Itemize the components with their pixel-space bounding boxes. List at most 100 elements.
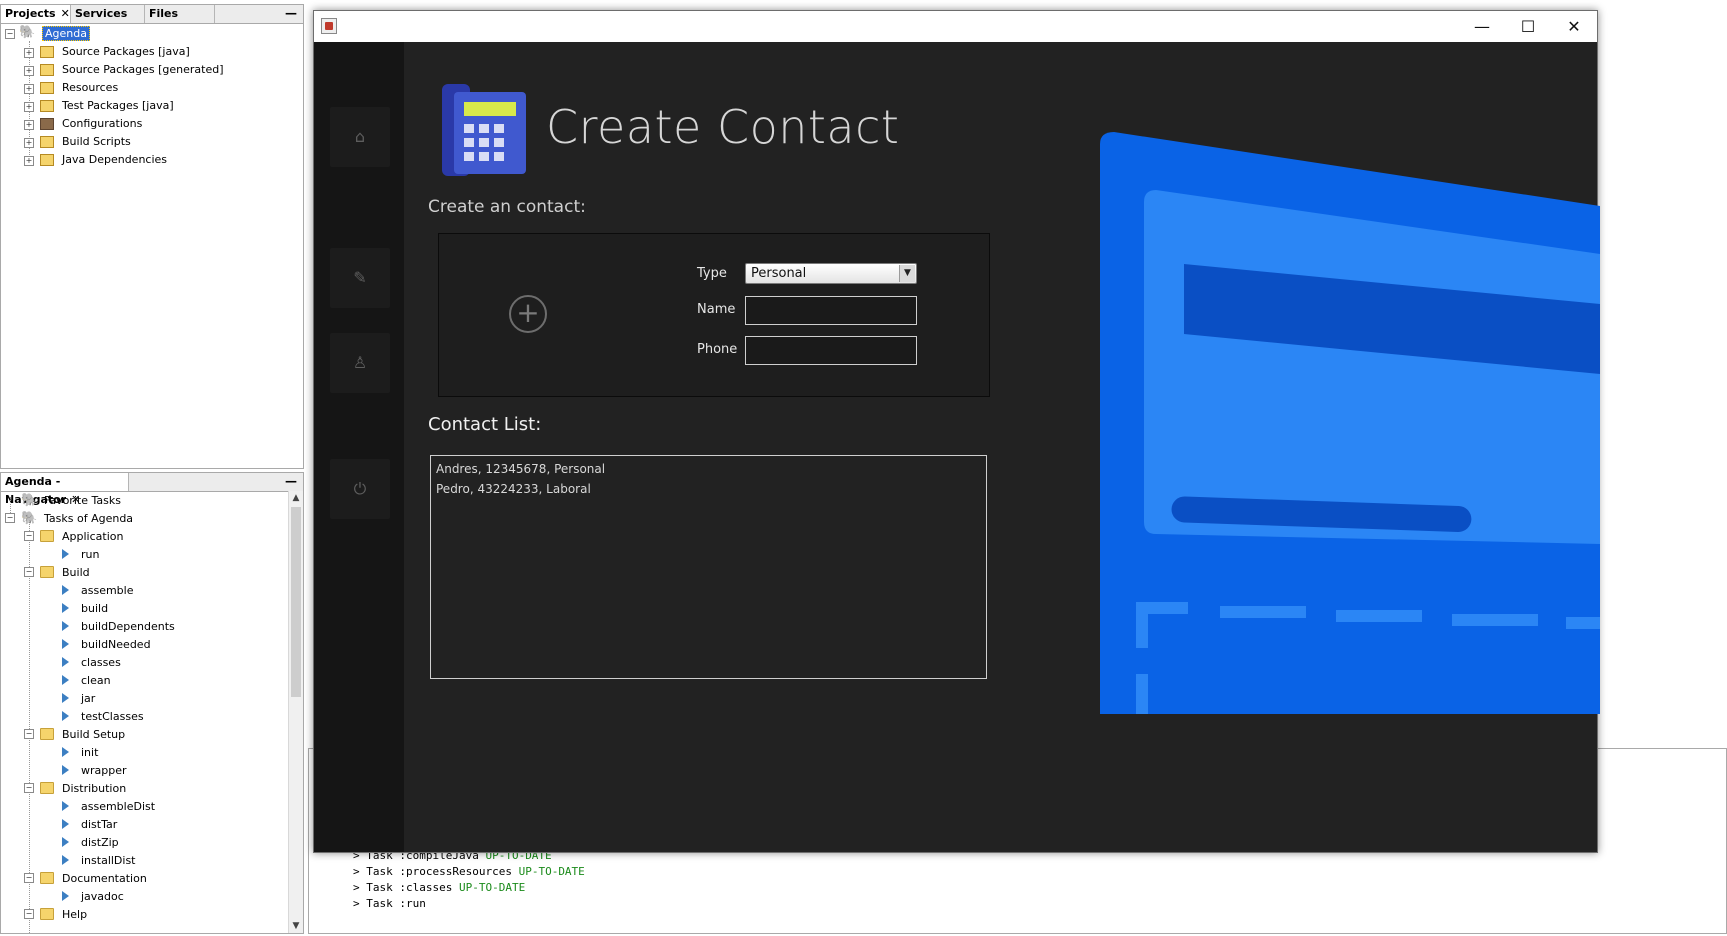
form-subtitle: Create an contact: [428, 197, 586, 217]
minimize-panel-button[interactable]: — [285, 473, 297, 491]
package-folder-icon [40, 82, 54, 94]
collapse-icon[interactable]: − [24, 909, 34, 919]
tree-item-task[interactable]: installDist [81, 852, 136, 869]
tree-item-task[interactable]: javadoc [81, 888, 124, 905]
gradle-project-icon: 🐘 [19, 25, 36, 40]
collapse-icon[interactable]: − [24, 531, 34, 541]
tree-item-group[interactable]: Distribution [62, 780, 126, 797]
collapse-icon[interactable]: − [24, 783, 34, 793]
build-scripts-icon [40, 136, 54, 148]
tree-item-java-dependencies[interactable]: Java Dependencies [62, 151, 167, 168]
tree-item-build-scripts[interactable]: Build Scripts [62, 133, 131, 150]
tree-item-group[interactable]: Application [62, 528, 123, 545]
tree-item-group[interactable]: Help [62, 906, 87, 923]
tree-item-source-packages[interactable]: Source Packages [java] [62, 43, 190, 60]
collapse-icon[interactable]: − [24, 567, 34, 577]
tree-item-task[interactable]: assemble [81, 582, 134, 599]
navigator-scrollbar[interactable]: ▲ ▼ [288, 491, 303, 933]
tree-item-task[interactable]: classes [81, 654, 121, 671]
close-icon[interactable]: ✕ [61, 7, 70, 20]
phone-field[interactable] [745, 336, 917, 365]
expand-icon[interactable]: + [24, 102, 34, 112]
expand-icon[interactable]: + [24, 84, 34, 94]
scroll-up-icon[interactable]: ▲ [289, 491, 303, 505]
tree-item-task[interactable]: buildNeeded [81, 636, 151, 653]
collapse-icon[interactable]: − [24, 873, 34, 883]
tree-item-task[interactable]: buildDependents [81, 618, 175, 635]
tab-files[interactable]: Files [145, 5, 215, 23]
collapse-icon[interactable]: − [5, 29, 15, 39]
tree-item-task[interactable]: testClasses [81, 708, 144, 725]
chevron-down-icon[interactable]: ▼ [899, 265, 915, 282]
tree-item-task[interactable]: init [81, 744, 98, 761]
tree-item-group[interactable]: Build Setup [62, 726, 125, 743]
tab-services[interactable]: Services [71, 5, 145, 23]
contact-list-title: Contact List: [428, 414, 542, 435]
navigator-tabbar: Agenda - Navigator ✕ — [1, 473, 303, 506]
scroll-down-icon[interactable]: ▼ [289, 919, 303, 933]
task-icon [62, 639, 69, 649]
type-label: Type [697, 266, 727, 281]
task-icon [62, 549, 69, 559]
task-icon [62, 837, 69, 847]
tree-item-task[interactable]: distTar [81, 816, 117, 833]
tree-item-agenda[interactable]: Agenda [42, 25, 90, 42]
expand-icon[interactable]: + [24, 120, 34, 130]
maximize-window-button[interactable]: ☐ [1505, 11, 1551, 42]
list-item[interactable]: Pedro, 43224233, Laboral [436, 482, 591, 496]
tab-projects[interactable]: Projects ✕ [1, 5, 71, 23]
tree-item-task[interactable]: run [81, 546, 99, 563]
folder-icon [40, 728, 54, 740]
window-titlebar[interactable]: — ☐ ✕ [314, 11, 1597, 42]
tree-item-favorite-tasks[interactable]: Favorite Tasks [44, 492, 121, 509]
folder-icon [40, 872, 54, 884]
folder-icon [40, 908, 54, 920]
output-status: UP-TO-DATE [518, 865, 585, 878]
collapse-icon[interactable]: − [24, 729, 34, 739]
tree-item-task[interactable]: distZip [81, 834, 119, 851]
type-select[interactable]: Personal ▼ [745, 263, 917, 284]
tree-item-tasks-of-agenda[interactable]: Tasks of Agenda [44, 510, 133, 527]
expand-icon[interactable]: + [24, 156, 34, 166]
gradle-icon: 🐘 [21, 511, 38, 526]
tree-item-task[interactable]: assembleDist [81, 798, 155, 815]
contact-list[interactable]: Andres, 12345678, Personal Pedro, 432242… [430, 455, 987, 679]
minimize-window-button[interactable]: — [1459, 11, 1505, 42]
contacts-button[interactable]: ♙ [330, 333, 390, 393]
close-window-button[interactable]: ✕ [1551, 11, 1597, 42]
tree-item-group[interactable]: Documentation [62, 870, 147, 887]
tree-item-configurations[interactable]: Configurations [62, 115, 142, 132]
collapse-icon[interactable]: − [5, 513, 15, 523]
task-icon [62, 657, 69, 667]
task-icon [62, 891, 69, 901]
expand-icon[interactable]: + [24, 48, 34, 58]
tab-navigator[interactable]: Agenda - Navigator ✕ [1, 473, 129, 506]
home-button[interactable]: ⌂ [330, 107, 390, 167]
package-folder-icon [40, 100, 54, 112]
tree-item-generated-packages[interactable]: Source Packages [generated] [62, 61, 224, 78]
name-field[interactable] [745, 296, 917, 325]
tree-item-test-packages[interactable]: Test Packages [java] [62, 97, 174, 114]
tree-item-task[interactable]: jar [81, 690, 95, 707]
tree-item-task[interactable]: build [81, 600, 108, 617]
minimize-panel-button[interactable]: — [285, 5, 297, 23]
scroll-thumb[interactable] [291, 507, 301, 697]
configurations-icon [40, 118, 54, 130]
task-icon [62, 855, 69, 865]
tree-item-resources[interactable]: Resources [62, 79, 118, 96]
edit-button[interactable]: ✎ [330, 248, 390, 308]
gradle-icon: 🐘 [21, 493, 38, 508]
tree-item-task[interactable]: clean [81, 672, 111, 689]
tree-item-group[interactable]: Build [62, 564, 90, 581]
output-line: > Task :run [353, 897, 426, 910]
tree-item-task[interactable]: wrapper [81, 762, 127, 779]
power-button[interactable]: ⏻ [330, 459, 390, 519]
expand-icon[interactable]: + [24, 138, 34, 148]
list-item[interactable]: Andres, 12345678, Personal [436, 462, 605, 476]
expand-icon[interactable]: + [24, 66, 34, 76]
task-icon [62, 585, 69, 595]
tab-projects-label: Projects [5, 7, 56, 20]
projects-tabbar: Projects ✕ Services Files — [1, 5, 303, 24]
add-photo-icon[interactable]: + [509, 295, 547, 333]
task-icon [62, 621, 69, 631]
